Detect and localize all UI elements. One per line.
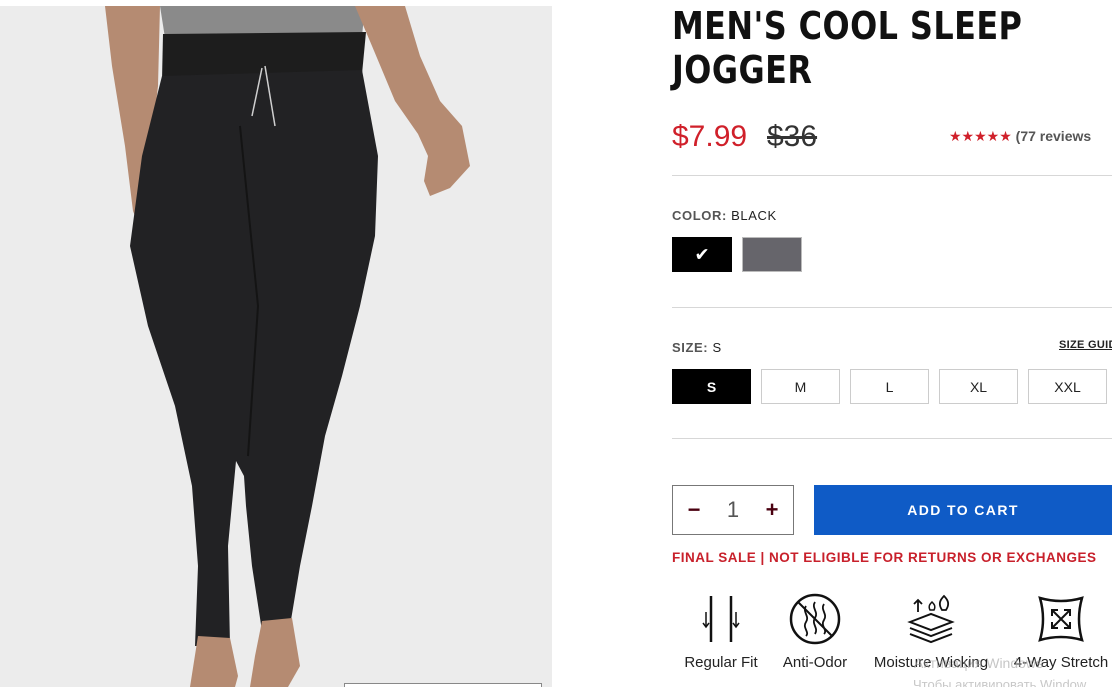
final-sale-notice: FINAL SALE | NOT ELIGIBLE FOR RETURNS OR… xyxy=(672,550,1097,565)
star-rating-icon: ★★★★★ xyxy=(949,128,1012,144)
divider xyxy=(672,438,1112,439)
feature-anti-odor: Anti-Odor xyxy=(775,592,855,671)
quantity-stepper: − 1 + xyxy=(672,485,794,535)
size-label: SIZE: S xyxy=(672,340,722,355)
product-image[interactable] xyxy=(0,6,552,687)
color-label-key: COLOR: xyxy=(672,208,727,223)
size-option-m[interactable]: M xyxy=(761,369,840,404)
feature-label: Regular Fit xyxy=(684,654,758,671)
size-label-key: SIZE: xyxy=(672,340,709,355)
product-title-line1: MEN'S COOL SLEEP xyxy=(672,4,1023,48)
thumbnail-strip xyxy=(344,683,542,687)
os-activation-watermark: Активация Windows xyxy=(914,655,1044,671)
quantity-value[interactable]: 1 xyxy=(727,497,739,523)
feature-regular-fit: Regular Fit xyxy=(680,592,762,671)
product-title: MEN'S COOL SLEEP JOGGER xyxy=(672,4,1042,92)
os-activation-watermark-subtext: Чтобы активировать Window xyxy=(913,677,1087,687)
divider xyxy=(672,307,1112,308)
decrease-quantity-button[interactable]: − xyxy=(685,497,703,523)
original-price: $36 xyxy=(767,120,818,153)
product-title-line2: JOGGER xyxy=(672,48,813,92)
add-to-cart-button[interactable]: ADD TO CART xyxy=(814,485,1112,535)
price-row: $7.99 $36 ★★★★★ (77 reviews xyxy=(672,120,1112,160)
feature-label: Anti-Odor xyxy=(782,654,848,671)
size-guide-link[interactable]: SIZE GUID xyxy=(1059,339,1112,351)
rating[interactable]: ★★★★★ (77 reviews xyxy=(949,128,1091,145)
color-swatch-grey[interactable] xyxy=(742,237,802,272)
increase-quantity-button[interactable]: + xyxy=(763,497,781,523)
color-selected-value: BLACK xyxy=(731,208,777,223)
size-selected-value: S xyxy=(712,340,722,355)
size-option-s[interactable]: S xyxy=(672,369,751,404)
divider xyxy=(672,175,1112,176)
checkmark-icon: ✔ xyxy=(694,244,710,264)
sale-price: $7.99 xyxy=(672,120,748,153)
size-option-l[interactable]: L xyxy=(850,369,929,404)
regular-fit-icon xyxy=(702,596,740,642)
jogger-photo xyxy=(0,6,552,687)
color-swatch-black[interactable]: ✔ xyxy=(672,237,732,272)
size-option-xl[interactable]: XL xyxy=(939,369,1018,404)
four-way-stretch-icon xyxy=(1038,596,1084,642)
review-count-link[interactable]: (77 reviews xyxy=(1016,128,1092,144)
size-option-xxl[interactable]: XXL xyxy=(1028,369,1107,404)
moisture-wicking-icon xyxy=(907,594,955,644)
color-label: COLOR: BLACK xyxy=(672,208,777,223)
anti-odor-icon xyxy=(789,593,841,645)
